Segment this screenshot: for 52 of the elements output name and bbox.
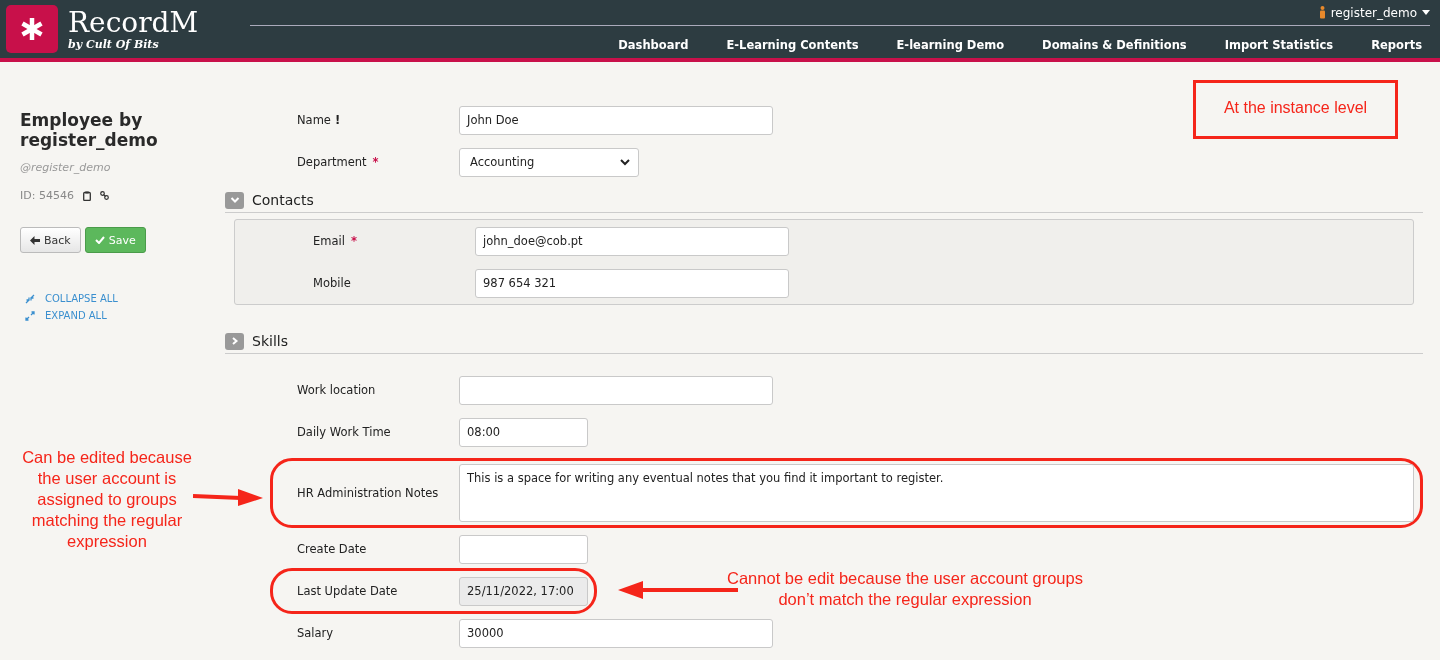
field-label: Salary [297,626,335,640]
annotation-box: At the instance level [1193,80,1398,139]
field-label: Department * [297,155,380,169]
clipboard-icon[interactable] [82,190,91,201]
arrow-left-icon [30,235,40,245]
text-field[interactable]: 30000 [459,618,773,648]
nav-link[interactable]: E-Learning Contents [706,38,877,52]
field-label: Create Date [297,542,368,556]
section-title: Skills [252,333,288,349]
annotation-text: Cannot be edit because the user account groups don’t match the regular expression [726,568,1084,610]
app-title: RecordM [68,7,199,38]
asterisk-logo-icon [6,5,58,53]
field-label: Last Update Date [297,584,399,598]
field-label: Mobile [313,276,352,290]
section-toggle-button[interactable] [225,332,244,350]
readonly-field: 25/11/2022, 17:00 [459,576,588,606]
chevron-down-icon [620,158,630,166]
nav-link[interactable]: Import Statistics [1204,38,1352,52]
checkmark-icon [94,236,105,244]
section-title: Contacts [252,192,314,208]
field-label: Work location [297,383,377,397]
chevron-down-icon [229,196,240,204]
field-label: Name ! [297,113,342,127]
link-icon[interactable] [99,191,109,200]
caret-icon [1422,10,1430,15]
nav-link[interactable]: E-learning Demo [876,38,1023,52]
person-icon [1318,6,1326,19]
annotation-text: Can be edited because the user account is assigned to groups matching the regular expression [21,447,193,552]
nav-link[interactable]: Reports [1351,38,1430,52]
notes-textarea[interactable]: This is a space for writing any eventual notes that you find it important to register. [459,464,1414,522]
field-label: Daily Work Time [297,425,392,439]
record-id: ID: 54546 [20,189,74,202]
nav-link[interactable]: Dashboard [598,38,707,52]
user-menu[interactable]: register_demo [1318,5,1430,20]
text-field[interactable]: 08:00 [459,417,588,447]
field-label: HR Administration Notes [297,486,440,500]
text-field[interactable] [459,375,773,405]
record-owner: @register_demo [20,161,112,174]
department-select[interactable]: Accounting [459,147,639,177]
expand-arrows-icon [25,310,35,321]
section-toggle-button[interactable] [225,191,244,209]
collapse-arrows-icon [25,293,35,304]
back-button[interactable]: Back [20,227,81,253]
record-title: Employee by register_demo [20,110,159,150]
app-subtitle: by Cult Of Bits [68,37,160,51]
text-field[interactable]: John Doe [459,105,773,135]
text-field[interactable] [459,534,588,564]
field-label: Email * [313,234,358,248]
text-field[interactable]: 987 654 321 [475,268,789,298]
nav-link[interactable]: Domains & Definitions [1022,38,1205,52]
annotation-arrow [193,487,263,507]
text-field[interactable]: john_doe@cob.pt [475,226,789,256]
